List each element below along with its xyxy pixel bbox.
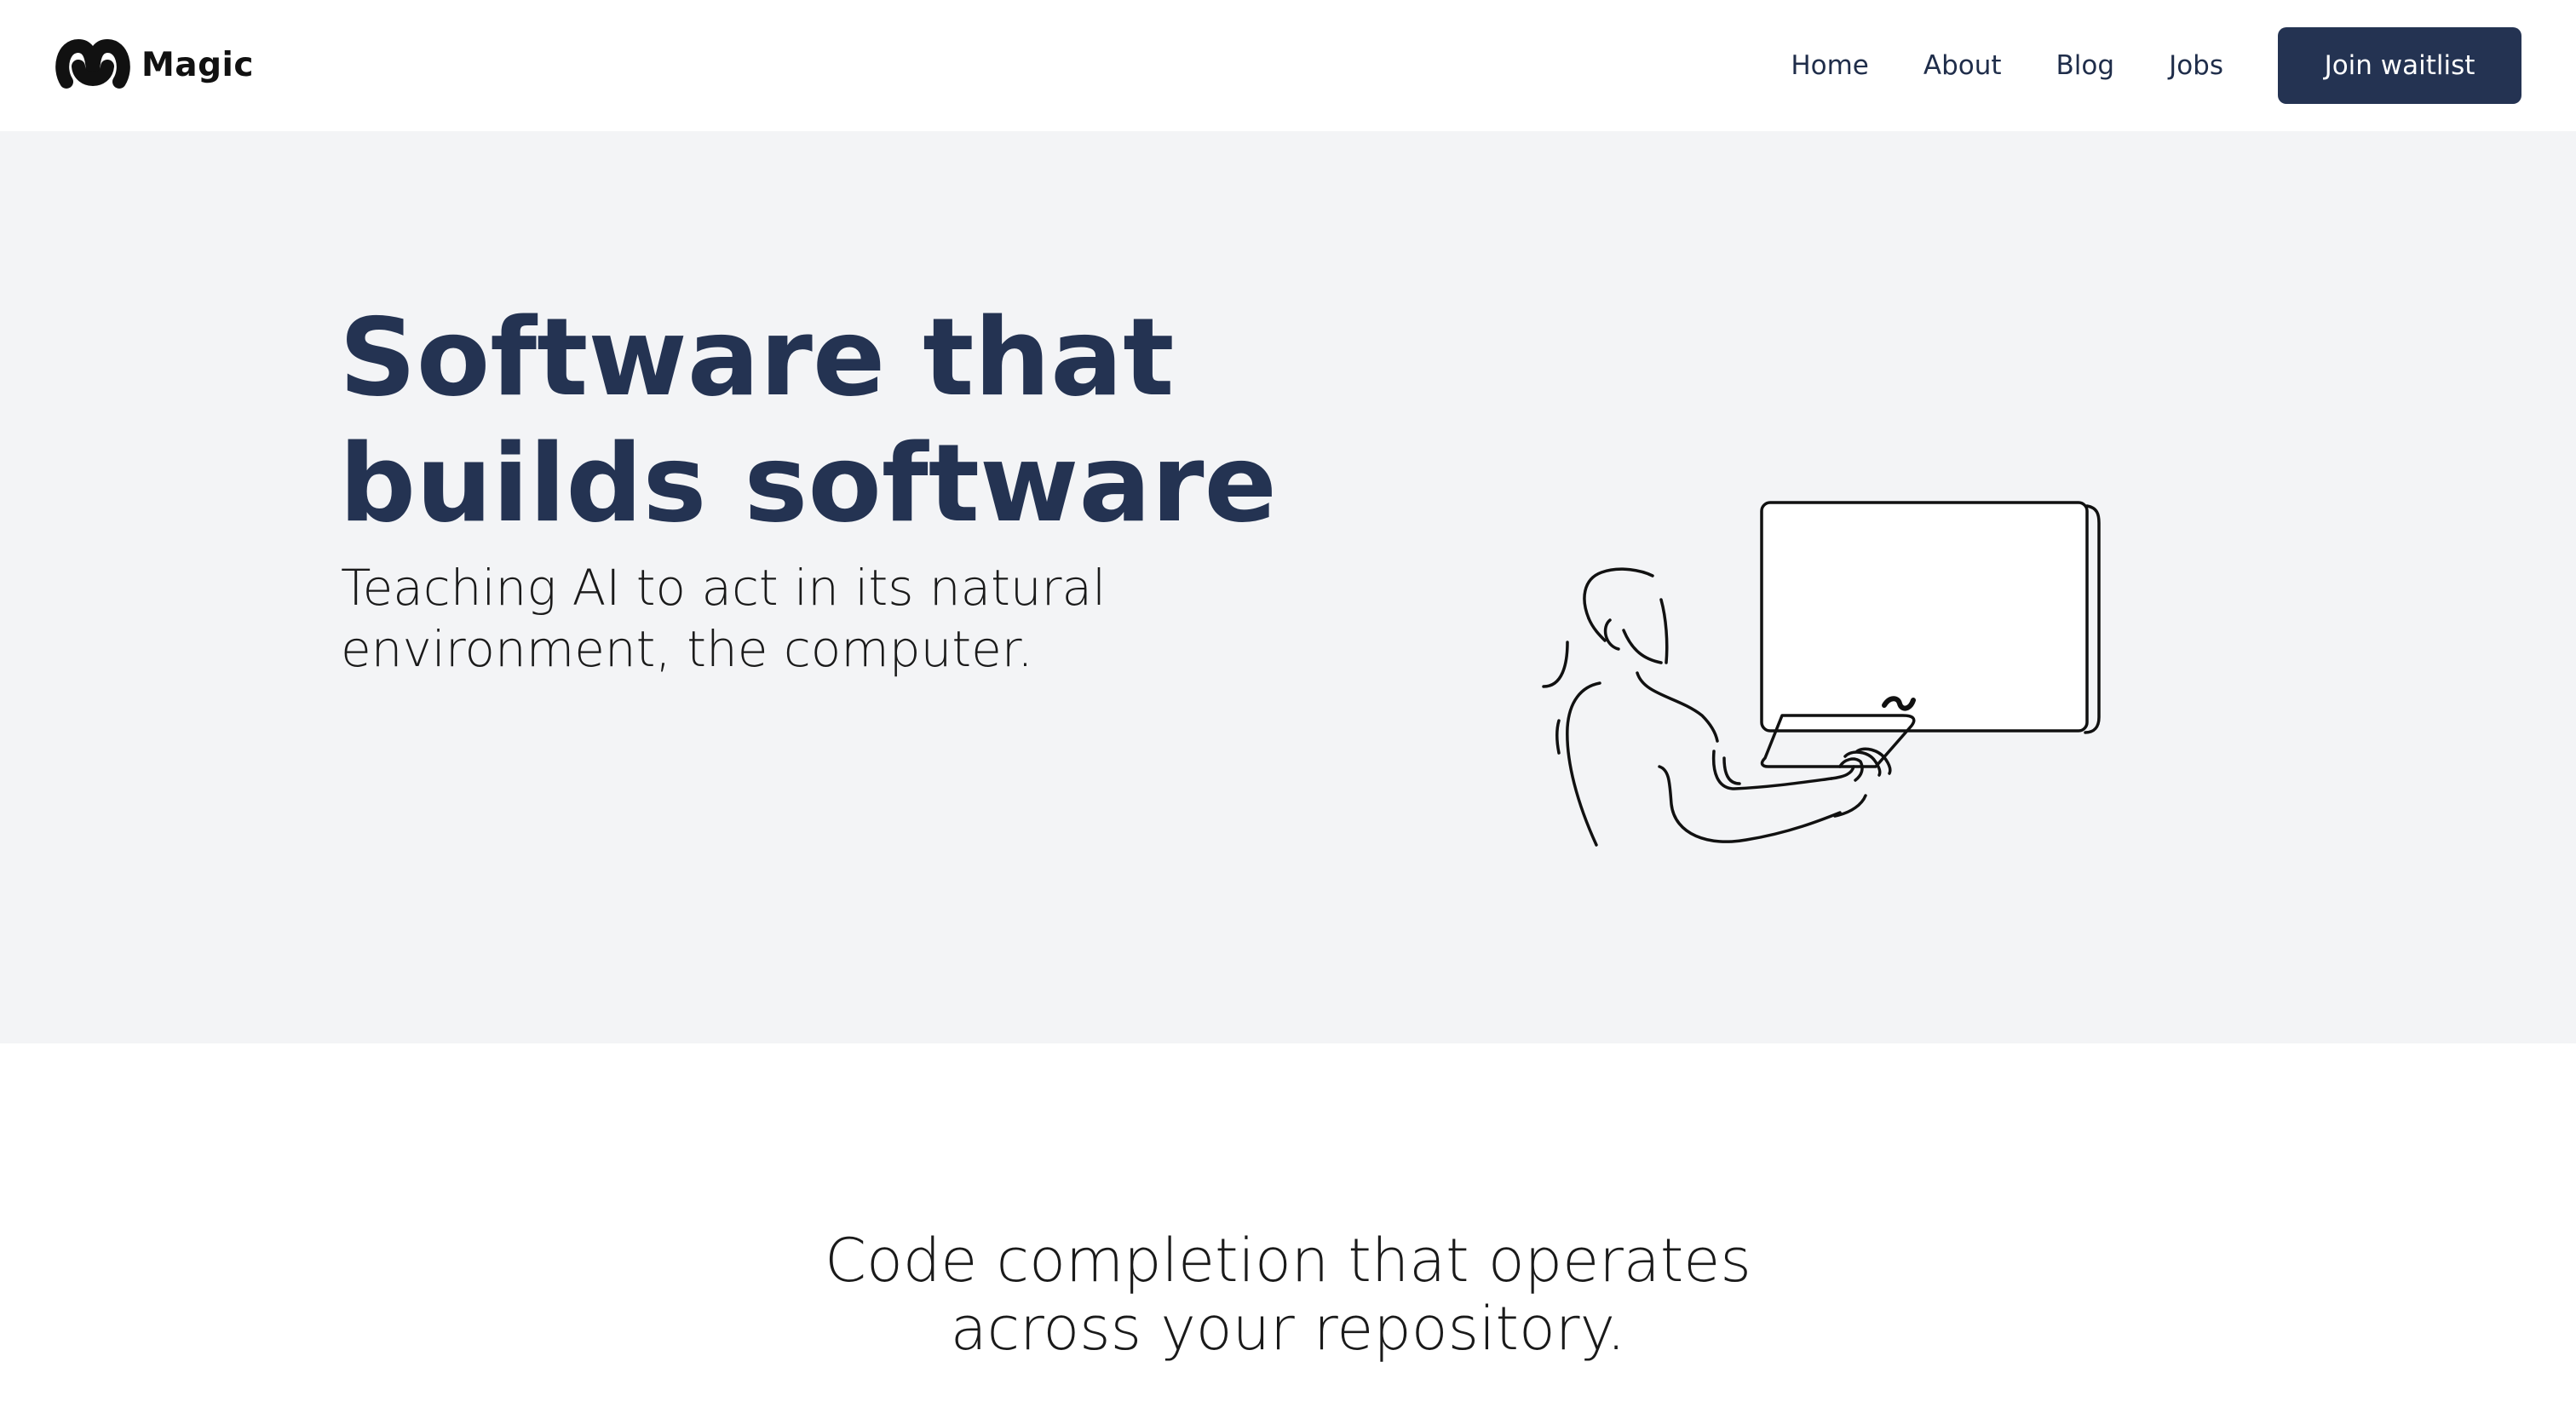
nav-jobs-link[interactable]: Jobs bbox=[2169, 50, 2223, 81]
hero-subtitle-line-2: environment, the computer. bbox=[341, 620, 1033, 678]
monitor-illustration bbox=[1760, 501, 2101, 734]
magic-logo-icon bbox=[55, 39, 130, 89]
site-header: Magic Home About Blog Jobs Join waitlist bbox=[0, 0, 2576, 131]
hero-title-line-2: builds software bbox=[339, 421, 1277, 546]
brand-name: Magic bbox=[141, 45, 255, 84]
nav-home-link[interactable]: Home bbox=[1791, 50, 1869, 81]
hero-section: Software that builds software Teaching A… bbox=[0, 131, 2576, 1043]
nav-about-link[interactable]: About bbox=[1923, 50, 2002, 81]
hero-subtitle: Teaching AI to act in its natural enviro… bbox=[341, 557, 1193, 680]
code-completion-heading: Code completion that operates across you… bbox=[0, 1227, 2576, 1363]
section-heading-line-2: across your repository. bbox=[950, 1294, 1626, 1364]
nav-blog-link[interactable]: Blog bbox=[2056, 50, 2115, 81]
hero-title: Software that builds software bbox=[339, 295, 1446, 547]
hero-subtitle-line-1: Teaching AI to act in its natural bbox=[341, 559, 1107, 617]
person-at-computer-illustration bbox=[1542, 501, 2101, 847]
hero-title-line-1: Software that bbox=[339, 295, 1175, 420]
brand-home-link[interactable]: Magic bbox=[55, 34, 254, 95]
join-waitlist-button[interactable]: Join waitlist bbox=[2278, 27, 2521, 104]
main-nav: Home About Blog Jobs Join waitlist bbox=[1791, 27, 2521, 104]
section-heading-line-1: Code completion that operates bbox=[825, 1226, 1751, 1296]
